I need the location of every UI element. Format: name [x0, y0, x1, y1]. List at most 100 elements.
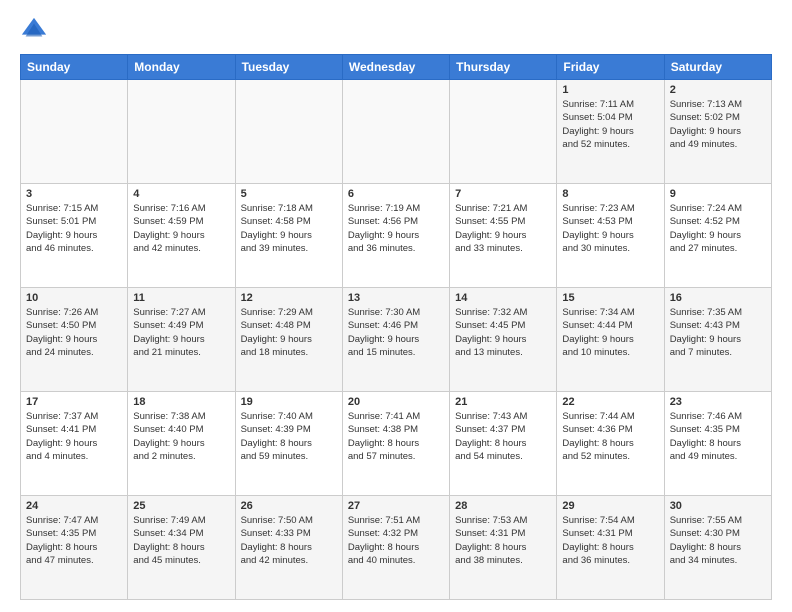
day-info: Sunrise: 7:27 AMSunset: 4:49 PMDaylight:…: [133, 306, 229, 359]
table-cell: 29 Sunrise: 7:54 AMSunset: 4:31 PMDayligh…: [557, 496, 664, 600]
table-cell: 18 Sunrise: 7:38 AMSunset: 4:40 PMDayligh…: [128, 392, 235, 496]
table-cell: 28 Sunrise: 7:53 AMSunset: 4:31 PMDayligh…: [450, 496, 557, 600]
day-number: 16: [670, 292, 766, 304]
day-number: 7: [455, 188, 551, 200]
logo-icon: [20, 16, 48, 44]
day-number: 2: [670, 84, 766, 96]
day-info: Sunrise: 7:23 AMSunset: 4:53 PMDaylight:…: [562, 202, 658, 255]
day-info: Sunrise: 7:50 AMSunset: 4:33 PMDaylight:…: [241, 514, 337, 567]
table-cell: 8 Sunrise: 7:23 AMSunset: 4:53 PMDaylight…: [557, 184, 664, 288]
day-number: 5: [241, 188, 337, 200]
day-info: Sunrise: 7:21 AMSunset: 4:55 PMDaylight:…: [455, 202, 551, 255]
table-cell: [342, 80, 449, 184]
day-info: Sunrise: 7:35 AMSunset: 4:43 PMDaylight:…: [670, 306, 766, 359]
header-wednesday: Wednesday: [342, 55, 449, 80]
day-number: 6: [348, 188, 444, 200]
week-row-2: 10Sunrise: 7:26 AMSunset: 4:50 PMDayligh…: [21, 288, 772, 392]
table-cell: 3 Sunrise: 7:15 AMSunset: 5:01 PMDaylight…: [21, 184, 128, 288]
table-cell: 25Sunrise: 7:49 AMSunset: 4:34 PMDayligh…: [128, 496, 235, 600]
table-cell: 16 Sunrise: 7:35 AMSunset: 4:43 PMDayligh…: [664, 288, 771, 392]
day-number: 14: [455, 292, 551, 304]
day-number: 15: [562, 292, 658, 304]
table-cell: 15 Sunrise: 7:34 AMSunset: 4:44 PMDayligh…: [557, 288, 664, 392]
day-info: Sunrise: 7:40 AMSunset: 4:39 PMDaylight:…: [241, 410, 337, 463]
day-number: 1: [562, 84, 658, 96]
table-cell: 27 Sunrise: 7:51 AMSunset: 4:32 PMDayligh…: [342, 496, 449, 600]
logo: [20, 16, 52, 44]
day-number: 20: [348, 396, 444, 408]
table-cell: 14 Sunrise: 7:32 AMSunset: 4:45 PMDayligh…: [450, 288, 557, 392]
week-row-3: 17 Sunrise: 7:37 AMSunset: 4:41 PMDayligh…: [21, 392, 772, 496]
table-cell: 24Sunrise: 7:47 AMSunset: 4:35 PMDayligh…: [21, 496, 128, 600]
day-info: Sunrise: 7:53 AMSunset: 4:31 PMDaylight:…: [455, 514, 551, 567]
day-number: 10: [26, 292, 122, 304]
day-number: 26: [241, 500, 337, 512]
table-cell: 6 Sunrise: 7:19 AMSunset: 4:56 PMDaylight…: [342, 184, 449, 288]
day-info: Sunrise: 7:24 AMSunset: 4:52 PMDaylight:…: [670, 202, 766, 255]
day-number: 8: [562, 188, 658, 200]
day-info: Sunrise: 7:44 AMSunset: 4:36 PMDaylight:…: [562, 410, 658, 463]
day-number: 27: [348, 500, 444, 512]
day-info: Sunrise: 7:49 AMSunset: 4:34 PMDaylight:…: [133, 514, 229, 567]
header-sunday: Sunday: [21, 55, 128, 80]
header-friday: Friday: [557, 55, 664, 80]
table-cell: 19 Sunrise: 7:40 AMSunset: 4:39 PMDayligh…: [235, 392, 342, 496]
table-cell: 5 Sunrise: 7:18 AMSunset: 4:58 PMDaylight…: [235, 184, 342, 288]
day-info: Sunrise: 7:32 AMSunset: 4:45 PMDaylight:…: [455, 306, 551, 359]
header-thursday: Thursday: [450, 55, 557, 80]
day-info: Sunrise: 7:19 AMSunset: 4:56 PMDaylight:…: [348, 202, 444, 255]
week-row-4: 24Sunrise: 7:47 AMSunset: 4:35 PMDayligh…: [21, 496, 772, 600]
week-row-1: 3 Sunrise: 7:15 AMSunset: 5:01 PMDaylight…: [21, 184, 772, 288]
day-info: Sunrise: 7:38 AMSunset: 4:40 PMDaylight:…: [133, 410, 229, 463]
table-cell: [450, 80, 557, 184]
calendar-page: Sunday Monday Tuesday Wednesday Thursday…: [0, 0, 792, 612]
table-cell: 17 Sunrise: 7:37 AMSunset: 4:41 PMDayligh…: [21, 392, 128, 496]
day-number: 29: [562, 500, 658, 512]
table-cell: 10Sunrise: 7:26 AMSunset: 4:50 PMDayligh…: [21, 288, 128, 392]
day-info: Sunrise: 7:18 AMSunset: 4:58 PMDaylight:…: [241, 202, 337, 255]
day-number: 28: [455, 500, 551, 512]
table-cell: [128, 80, 235, 184]
day-info: Sunrise: 7:29 AMSunset: 4:48 PMDaylight:…: [241, 306, 337, 359]
calendar-table: Sunday Monday Tuesday Wednesday Thursday…: [20, 54, 772, 600]
table-cell: 30Sunrise: 7:55 AMSunset: 4:30 PMDayligh…: [664, 496, 771, 600]
day-info: Sunrise: 7:16 AMSunset: 4:59 PMDaylight:…: [133, 202, 229, 255]
header: [20, 16, 772, 44]
day-number: 13: [348, 292, 444, 304]
day-number: 30: [670, 500, 766, 512]
day-number: 11: [133, 292, 229, 304]
day-info: Sunrise: 7:13 AMSunset: 5:02 PMDaylight:…: [670, 98, 766, 151]
day-number: 17: [26, 396, 122, 408]
day-info: Sunrise: 7:37 AMSunset: 4:41 PMDaylight:…: [26, 410, 122, 463]
table-cell: 11 Sunrise: 7:27 AMSunset: 4:49 PMDayligh…: [128, 288, 235, 392]
day-number: 23: [670, 396, 766, 408]
table-cell: 1Sunrise: 7:11 AMSunset: 5:04 PMDaylight…: [557, 80, 664, 184]
day-info: Sunrise: 7:47 AMSunset: 4:35 PMDaylight:…: [26, 514, 122, 567]
day-number: 18: [133, 396, 229, 408]
day-number: 21: [455, 396, 551, 408]
table-cell: 20 Sunrise: 7:41 AMSunset: 4:38 PMDayligh…: [342, 392, 449, 496]
week-row-0: 1Sunrise: 7:11 AMSunset: 5:04 PMDaylight…: [21, 80, 772, 184]
table-cell: [21, 80, 128, 184]
table-cell: 7 Sunrise: 7:21 AMSunset: 4:55 PMDaylight…: [450, 184, 557, 288]
day-number: 3: [26, 188, 122, 200]
day-info: Sunrise: 7:54 AMSunset: 4:31 PMDaylight:…: [562, 514, 658, 567]
header-monday: Monday: [128, 55, 235, 80]
day-info: Sunrise: 7:34 AMSunset: 4:44 PMDaylight:…: [562, 306, 658, 359]
day-info: Sunrise: 7:15 AMSunset: 5:01 PMDaylight:…: [26, 202, 122, 255]
table-cell: 9 Sunrise: 7:24 AMSunset: 4:52 PMDaylight…: [664, 184, 771, 288]
day-number: 19: [241, 396, 337, 408]
table-cell: 4Sunrise: 7:16 AMSunset: 4:59 PMDaylight…: [128, 184, 235, 288]
table-cell: 13 Sunrise: 7:30 AMSunset: 4:46 PMDayligh…: [342, 288, 449, 392]
day-number: 9: [670, 188, 766, 200]
header-saturday: Saturday: [664, 55, 771, 80]
table-cell: 21Sunrise: 7:43 AMSunset: 4:37 PMDayligh…: [450, 392, 557, 496]
table-cell: 2 Sunrise: 7:13 AMSunset: 5:02 PMDaylight…: [664, 80, 771, 184]
header-tuesday: Tuesday: [235, 55, 342, 80]
day-info: Sunrise: 7:30 AMSunset: 4:46 PMDaylight:…: [348, 306, 444, 359]
table-cell: 26 Sunrise: 7:50 AMSunset: 4:33 PMDayligh…: [235, 496, 342, 600]
table-cell: [235, 80, 342, 184]
day-number: 22: [562, 396, 658, 408]
day-info: Sunrise: 7:41 AMSunset: 4:38 PMDaylight:…: [348, 410, 444, 463]
day-info: Sunrise: 7:51 AMSunset: 4:32 PMDaylight:…: [348, 514, 444, 567]
